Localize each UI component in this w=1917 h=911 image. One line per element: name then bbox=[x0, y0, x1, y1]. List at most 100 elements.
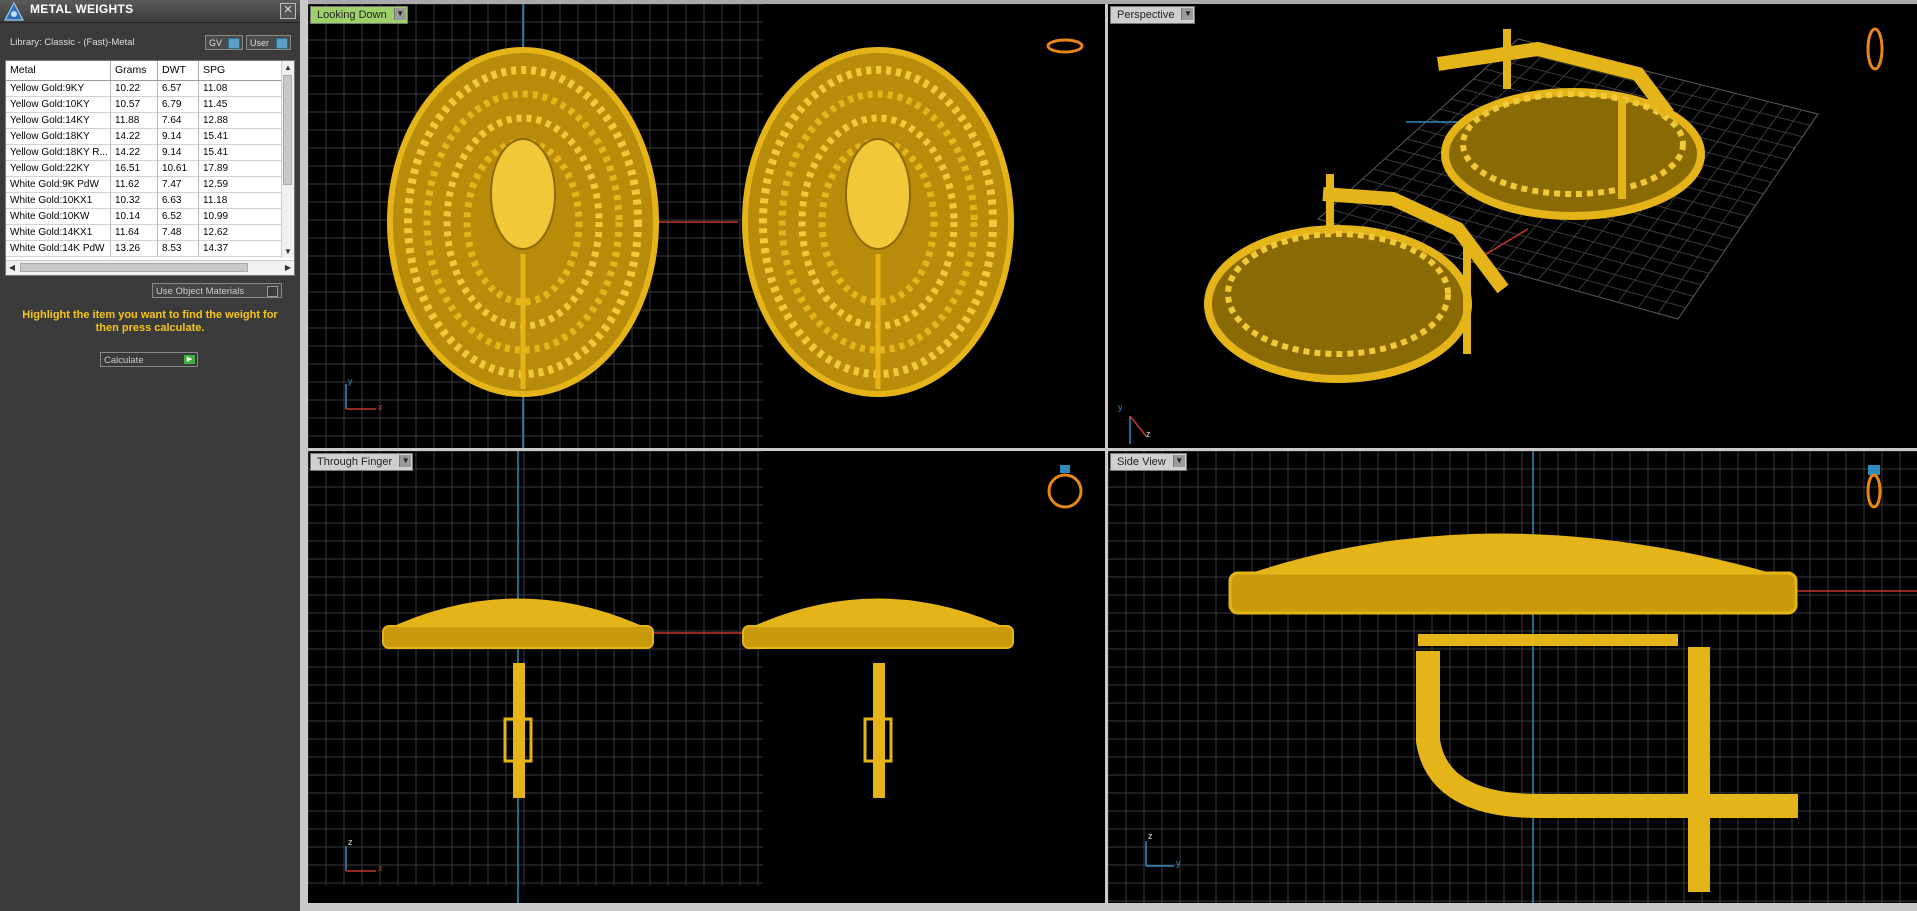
table-cell: 15.41 bbox=[199, 129, 282, 145]
table-row[interactable]: White Gold:10KW 10.14 6.52 10.99 bbox=[6, 209, 282, 225]
table-cell: 10.61 bbox=[158, 161, 199, 177]
axis-gizmo-d bbox=[1129, 415, 1147, 437]
table-cell: 16.51 bbox=[111, 161, 158, 177]
axis-label-z: z bbox=[1148, 831, 1153, 841]
table-row[interactable]: Yellow Gold:9KY 10.22 6.57 11.08 bbox=[6, 81, 282, 97]
checkbox-icon[interactable] bbox=[267, 286, 278, 297]
table-cell: White Gold:14K PdW bbox=[6, 241, 111, 257]
ring-orientation-icon bbox=[1047, 465, 1083, 509]
table-cell: 10.57 bbox=[111, 97, 158, 113]
calculate-button[interactable]: Calculate ▶ bbox=[100, 352, 198, 367]
table-cell: Yellow Gold:18KY bbox=[6, 129, 111, 145]
table-row[interactable]: Yellow Gold:14KY 11.88 7.64 12.88 bbox=[6, 113, 282, 129]
user-toggle[interactable]: User bbox=[246, 35, 291, 50]
table-cell: 7.47 bbox=[158, 177, 199, 193]
table-cell: 10.32 bbox=[111, 193, 158, 209]
scroll-down-icon[interactable]: ▼ bbox=[282, 247, 294, 256]
axis-label-z: z bbox=[348, 837, 353, 847]
viewport-menu-perspective[interactable]: Perspective ▼ bbox=[1110, 6, 1196, 24]
table-cell: 10.22 bbox=[111, 81, 158, 97]
table-cell: 10.14 bbox=[111, 209, 158, 225]
table-cell: 15.41 bbox=[199, 145, 282, 161]
axis-label-y: y bbox=[348, 376, 353, 386]
viewport-menu-side-view[interactable]: Side View ▼ bbox=[1110, 453, 1187, 471]
scroll-left-icon[interactable]: ◀ bbox=[6, 263, 18, 272]
table-cell: 17.89 bbox=[199, 161, 282, 177]
panel-divider[interactable] bbox=[300, 0, 308, 911]
ring-orientation-icon bbox=[1866, 465, 1882, 509]
app-logo-icon bbox=[4, 1, 24, 21]
earring-perspective-back bbox=[1436, 29, 1705, 220]
viewport-perspective[interactable]: Perspective ▼ y z bbox=[1108, 4, 1917, 448]
horizontal-scrollbar[interactable]: ◀ ▶ bbox=[6, 260, 294, 275]
table-cell: 12.59 bbox=[199, 177, 282, 193]
chevron-down-icon[interactable]: ▼ bbox=[399, 455, 412, 467]
vertical-scroll-thumb[interactable] bbox=[283, 75, 292, 185]
horizontal-scroll-thumb[interactable] bbox=[20, 263, 248, 272]
table-row[interactable]: White Gold:14K PdW 13.26 8.53 14.37 bbox=[6, 241, 282, 257]
library-label: Library: Classic - (Fast)-Metal bbox=[10, 37, 135, 48]
viewport-menu-looking-down[interactable]: Looking Down ▼ bbox=[310, 6, 408, 24]
play-icon: ▶ bbox=[184, 355, 195, 364]
table-body: Yellow Gold:9KY 10.22 6.57 11.08 Yellow Gold… bbox=[6, 81, 282, 257]
use-object-materials-label: Use Object Materials bbox=[156, 286, 245, 297]
viewport-looking-down[interactable]: Looking Down ▼ y x bbox=[308, 4, 1105, 448]
table-cell: 7.48 bbox=[158, 225, 199, 241]
column-header[interactable]: SPG bbox=[199, 61, 282, 80]
chevron-down-icon[interactable]: ▼ bbox=[1172, 455, 1185, 467]
perspective-scene bbox=[1129, 27, 1884, 444]
earring-top-left bbox=[387, 47, 659, 397]
table-cell: White Gold:9K PdW bbox=[6, 177, 111, 193]
table-cell: 14.22 bbox=[111, 145, 158, 161]
gv-indicator-icon bbox=[228, 38, 240, 49]
chevron-down-icon[interactable]: ▼ bbox=[393, 8, 406, 20]
table-row[interactable]: Yellow Gold:10KY 10.57 6.79 11.45 bbox=[6, 97, 282, 113]
viewport-through-finger[interactable]: Through Finger ▼ z x bbox=[308, 451, 1105, 903]
ring-orientation-icon bbox=[1866, 27, 1884, 71]
table-cell: 11.08 bbox=[199, 81, 282, 97]
grid bbox=[308, 451, 763, 886]
table-cell: 14.37 bbox=[199, 241, 282, 257]
table-row[interactable]: White Gold:14KX1 11.64 7.48 12.62 bbox=[6, 225, 282, 241]
vertical-scrollbar[interactable]: ▲ ▼ bbox=[281, 61, 294, 258]
table-cell: 11.45 bbox=[199, 97, 282, 113]
grid bbox=[1108, 451, 1917, 903]
axis-label-y: y bbox=[1118, 402, 1123, 412]
column-header[interactable]: Metal bbox=[6, 61, 111, 80]
table-cell: 8.53 bbox=[158, 241, 199, 257]
table-cell: Yellow Gold:18KY R... bbox=[6, 145, 111, 161]
table-cell: 11.64 bbox=[111, 225, 158, 241]
viewport-side-view[interactable]: Side View ▼ z y bbox=[1108, 451, 1917, 903]
table-row[interactable]: White Gold:9K PdW 11.62 7.47 12.59 bbox=[6, 177, 282, 193]
table-cell: White Gold:10KX1 bbox=[6, 193, 111, 209]
gv-toggle[interactable]: GV bbox=[205, 35, 243, 50]
panel-titlebar[interactable]: METAL WEIGHTS ✕ bbox=[0, 0, 300, 23]
table-cell: 6.63 bbox=[158, 193, 199, 209]
chevron-down-icon[interactable]: ▼ bbox=[1181, 8, 1194, 20]
metal-table[interactable]: Metal Grams DWT SPG Yellow Gold:9KY 10.22 6.5… bbox=[5, 60, 295, 276]
calculate-label: Calculate bbox=[104, 355, 144, 366]
use-object-materials-checkbox[interactable]: Use Object Materials bbox=[152, 283, 282, 298]
table-cell: 11.18 bbox=[199, 193, 282, 209]
table-cell: Yellow Gold:10KY bbox=[6, 97, 111, 113]
table-cell: 9.14 bbox=[158, 145, 199, 161]
table-row[interactable]: Yellow Gold:22KY 16.51 10.61 17.89 bbox=[6, 161, 282, 177]
table-row[interactable]: White Gold:10KX1 10.32 6.63 11.18 bbox=[6, 193, 282, 209]
table-cell: 7.64 bbox=[158, 113, 199, 129]
table-row[interactable]: Yellow Gold:18KY R... 14.22 9.14 15.41 bbox=[6, 145, 282, 161]
table-cell: 11.88 bbox=[111, 113, 158, 129]
viewport-menu-through-finger[interactable]: Through Finger ▼ bbox=[310, 453, 414, 471]
scroll-right-icon[interactable]: ▶ bbox=[282, 263, 294, 272]
earring-side-left bbox=[382, 598, 654, 798]
column-header[interactable]: DWT bbox=[158, 61, 199, 80]
table-row[interactable]: Yellow Gold:18KY 14.22 9.14 15.41 bbox=[6, 129, 282, 145]
table-cell: 14.22 bbox=[111, 129, 158, 145]
scroll-up-icon[interactable]: ▲ bbox=[282, 63, 294, 72]
close-icon[interactable]: ✕ bbox=[280, 3, 296, 19]
panel-title: METAL WEIGHTS bbox=[30, 2, 134, 16]
table-cell: 10.99 bbox=[199, 209, 282, 225]
axis-label-x: x bbox=[378, 863, 383, 873]
column-header[interactable]: Grams bbox=[111, 61, 158, 80]
table-cell: 6.79 bbox=[158, 97, 199, 113]
earring-top-right bbox=[742, 47, 1014, 397]
